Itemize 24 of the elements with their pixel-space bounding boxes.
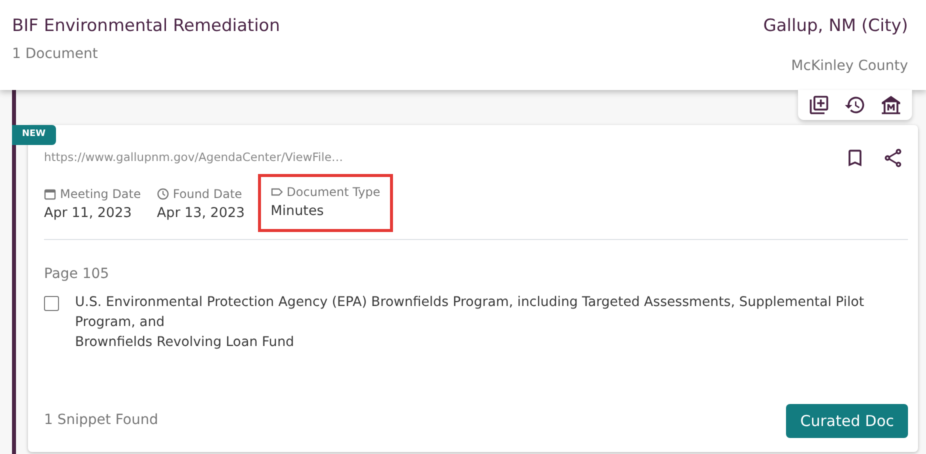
checkbox[interactable] — [44, 296, 59, 312]
meta-value: Apr 13, 2023 — [156, 204, 245, 223]
meta-value: Apr 11, 2023 — [44, 204, 133, 223]
new-badge: NEW — [12, 125, 56, 144]
calendar-icon — [44, 188, 56, 200]
snippet-text: U.S. Environmental Protection Agency (EPA) Brownfields Program, including Targeted Assessments, Supplemental Pilot Program, and Brownfields Revolving Loan Fund — [75, 294, 866, 352]
document-url[interactable]: https://www.gallupnm.gov/AgendaCenter/ViewFile… — [44, 149, 344, 166]
meta-label: Found Date — [172, 186, 242, 203]
county: McKinley County — [790, 56, 908, 76]
clock-icon — [156, 188, 169, 200]
curated-doc-button[interactable]: Curated Doc — [786, 404, 908, 438]
add-icon[interactable] — [808, 94, 830, 116]
location: Gallup, NM (City) — [763, 15, 908, 38]
meta-label: Meeting Date — [60, 186, 141, 203]
meta-value: Minutes — [270, 202, 325, 221]
meta-label: Document Type — [286, 184, 380, 201]
page-number: Page 105 — [44, 265, 110, 284]
snippet-count: 1 Snippet Found — [44, 411, 158, 430]
header-title: BIF Environmental Remediation — [12, 15, 280, 38]
museum-icon[interactable] — [880, 94, 902, 116]
history-icon[interactable] — [844, 94, 866, 116]
label-icon — [270, 186, 283, 198]
document-count: 1 Document — [12, 44, 99, 64]
share-icon[interactable] — [882, 147, 904, 169]
